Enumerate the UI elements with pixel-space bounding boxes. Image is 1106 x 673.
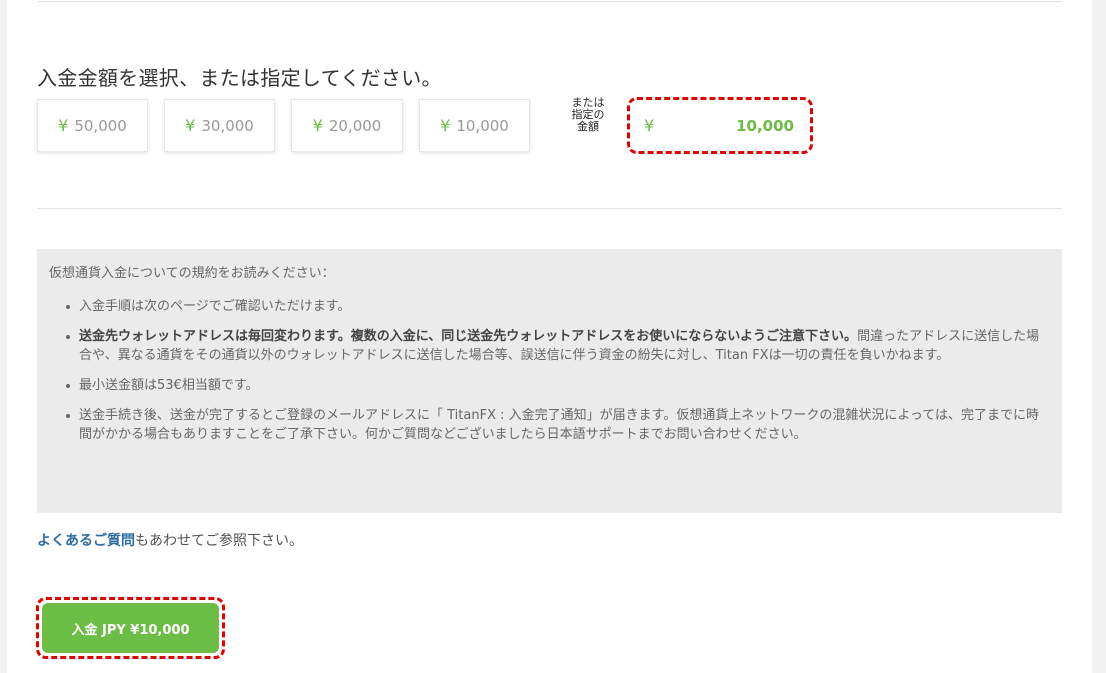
terms-item-text: 送金手続き後、送金が完了するとご登録のメールアドレスに「 TitanFX : 入…: [79, 408, 1040, 442]
custom-amount-label: または 指定の 金額: [567, 97, 609, 133]
faq-line: よくあるご質問もあわせてご参照下さい。: [37, 530, 303, 550]
terms-title: 仮想通貨入金についての規約をお読みください：: [49, 266, 335, 281]
terms-item-bold: 送金先ウォレットアドレスは毎回変わります。複数の入金に、同じ送金先ウォレットアド…: [79, 329, 858, 344]
faq-link[interactable]: よくあるご質問: [37, 533, 135, 549]
preset-amount-value: 50,000: [74, 116, 127, 135]
terms-list: 入金手順は次のページでご確認いただけます。 送金先ウォレットアドレスは毎回変わり…: [49, 297, 1050, 444]
preset-amount-20000[interactable]: ¥ 20,000: [291, 99, 403, 152]
submit-highlight: 入金 JPY ¥10,000: [36, 597, 225, 659]
section-divider: [37, 208, 1062, 209]
amount-heading: 入金金額を選択、または指定してください。: [37, 66, 442, 90]
custom-amount-input[interactable]: ¥ 10,000: [627, 97, 813, 154]
preset-amount-value: 10,000: [456, 116, 509, 135]
preset-amount-value: 20,000: [328, 116, 382, 135]
crypto-terms-box: 仮想通貨入金についての規約をお読みください： 入金手順は次のページでご確認いただ…: [37, 249, 1062, 513]
terms-item: 入金手順は次のページでご確認いただけます。: [66, 297, 1050, 316]
preset-amount-value: 30,000: [201, 116, 254, 135]
deposit-submit-button[interactable]: 入金 JPY ¥10,000: [42, 603, 219, 653]
preset-amount-50000[interactable]: ¥ 50,000: [37, 99, 148, 152]
terms-item-text: 最小送金額は53€相当額です。: [79, 378, 259, 393]
yen-icon: ¥: [440, 116, 451, 135]
custom-amount-value[interactable]: 10,000: [736, 117, 794, 135]
preset-amount-10000[interactable]: ¥ 10,000: [419, 99, 530, 152]
yen-icon: ¥: [312, 116, 323, 135]
yen-icon: ¥: [58, 116, 69, 135]
yen-icon: ¥: [644, 116, 655, 135]
custom-amount-label-line: 金額: [577, 120, 599, 133]
terms-item: 送金先ウォレットアドレスは毎回変わります。複数の入金に、同じ送金先ウォレットアド…: [66, 327, 1050, 365]
terms-item: 送金手続き後、送金が完了するとご登録のメールアドレスに「 TitanFX : 入…: [66, 406, 1050, 444]
yen-icon: ¥: [185, 116, 196, 135]
top-divider: [37, 1, 1062, 2]
preset-amount-30000[interactable]: ¥ 30,000: [164, 99, 275, 152]
faq-suffix: もあわせてご参照下さい。: [135, 533, 303, 549]
terms-item-text: 入金手順は次のページでご確認いただけます。: [79, 299, 351, 314]
terms-item: 最小送金額は53€相当額です。: [66, 376, 1050, 395]
